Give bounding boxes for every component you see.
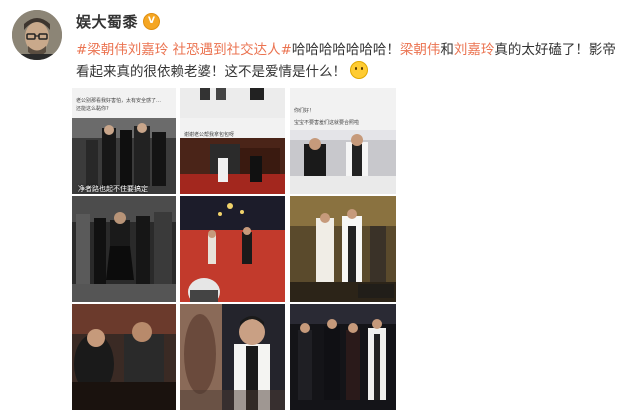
post-text-segment: 哈哈哈哈哈哈哈！ (291, 42, 400, 58)
image-subtitle: 净者路也起不住要搞定 (78, 185, 148, 193)
image-2[interactable]: 谢谢老公帮我拿包包呀 (180, 88, 285, 194)
avatar[interactable] (12, 10, 62, 60)
image-caption-bottom: 宝宝不要害羞们这就要合照啦 (294, 120, 360, 126)
image-3[interactable]: 你们好！ 宝宝不要害羞们这就要合照啦 (290, 88, 396, 194)
image-caption-top: 老公别那看我好害怕，太有安全感了… (76, 98, 162, 104)
image-8[interactable] (180, 304, 285, 410)
username[interactable]: 娱大蜀黍 (76, 11, 138, 32)
image-4[interactable] (72, 196, 176, 302)
image-caption-top: 你们好！ (294, 108, 315, 114)
mention-link-2[interactable]: 刘嘉玲 (454, 42, 495, 58)
post-header: 娱大蜀黍 V (76, 10, 161, 32)
mention-link-1[interactable]: 梁朝伟 (400, 42, 441, 58)
shy-emoji-icon (350, 61, 368, 79)
image-1[interactable]: 老公别那看我好害怕，太有安全感了… 还能这么黏你? 净者路也起不住要搞定 (72, 88, 176, 194)
image-6[interactable] (290, 196, 396, 302)
verified-badge-icon: V (143, 12, 161, 30)
post-text: #梁朝伟刘嘉玲 社恐遇到社交达人#哈哈哈哈哈哈哈！梁朝伟和刘嘉玲真的太好磕了！影… (76, 40, 628, 83)
image-7[interactable] (72, 304, 176, 410)
image-caption-bottom: 还能这么黏你? (76, 106, 109, 112)
topic-link[interactable]: #梁朝伟刘嘉玲 社恐遇到社交达人# (76, 42, 292, 58)
image-9[interactable] (290, 304, 396, 410)
image-5[interactable] (180, 196, 285, 302)
post-text-segment: 和 (440, 42, 454, 58)
